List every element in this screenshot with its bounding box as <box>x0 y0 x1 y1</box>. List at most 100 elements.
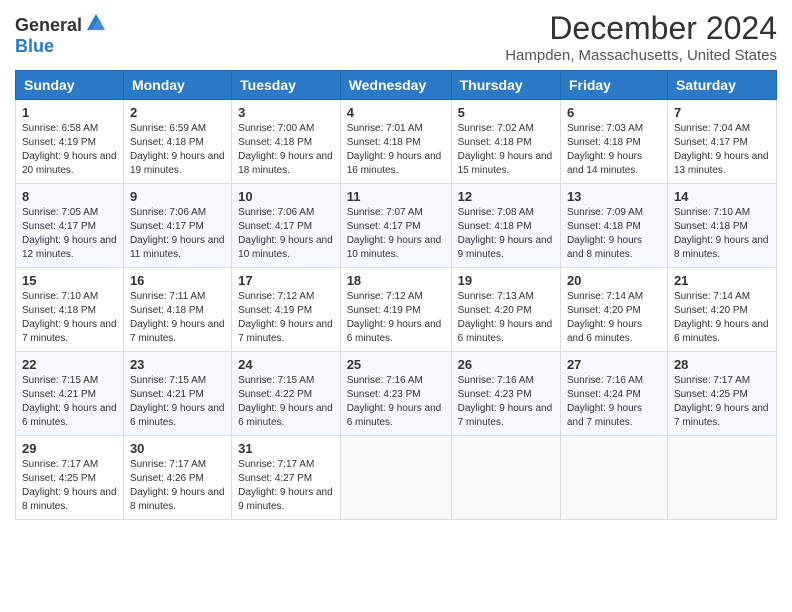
day-info: Sunrise: 7:17 AMSunset: 4:26 PMDaylight:… <box>130 458 225 514</box>
column-header-saturday: Saturday <box>667 71 776 100</box>
day-info: Sunrise: 7:01 AMSunset: 4:18 PMDaylight:… <box>347 122 445 178</box>
day-number: 7 <box>674 105 770 120</box>
day-number: 25 <box>347 357 445 372</box>
day-cell: 13Sunrise: 7:09 AMSunset: 4:18 PMDayligh… <box>560 184 667 268</box>
column-header-sunday: Sunday <box>16 71 124 100</box>
day-info: Sunrise: 7:00 AMSunset: 4:18 PMDaylight:… <box>238 122 334 178</box>
day-cell: 20 Sunrise: 7:14 AMSunset: 4:20 PMDayligh… <box>560 268 667 352</box>
day-cell: 23Sunrise: 7:15 AMSunset: 4:21 PMDayligh… <box>123 352 231 436</box>
day-number: 27 <box>567 357 661 372</box>
day-number: 2 <box>130 105 225 120</box>
day-number: 4 <box>347 105 445 120</box>
day-number: 10 <box>238 189 334 204</box>
day-number: 24 <box>238 357 334 372</box>
day-info: Sunrise: 7:15 AMSunset: 4:21 PMDaylight:… <box>22 374 117 430</box>
day-cell: 18 Sunrise: 7:12 AMSunset: 4:19 PMDayligh… <box>340 268 451 352</box>
day-cell: 4 Sunrise: 7:01 AMSunset: 4:18 PMDaylight… <box>340 100 451 184</box>
day-info: Sunrise: 7:04 AMSunset: 4:17 PMDaylight:… <box>674 122 770 178</box>
day-info: Sunrise: 7:17 AMSunset: 4:25 PMDaylight:… <box>22 458 117 514</box>
day-info: Sunrise: 7:16 AMSunset: 4:24 PMDaylight:… <box>567 374 661 430</box>
day-number: 15 <box>22 273 117 288</box>
day-info: Sunrise: 7:05 AMSunset: 4:17 PMDaylight:… <box>22 206 117 262</box>
day-info: Sunrise: 6:58 AMSunset: 4:19 PMDaylight:… <box>22 122 117 178</box>
month-title: December 2024 <box>505 10 777 47</box>
day-cell <box>451 436 560 520</box>
day-cell: 24 Sunrise: 7:15 AMSunset: 4:22 PMDayligh… <box>232 352 341 436</box>
day-info: Sunrise: 7:08 AMSunset: 4:18 PMDaylight:… <box>458 206 554 262</box>
day-cell: 17 Sunrise: 7:12 AMSunset: 4:19 PMDayligh… <box>232 268 341 352</box>
day-cell: 6Sunrise: 7:03 AMSunset: 4:18 PMDaylight… <box>560 100 667 184</box>
logo-general: General <box>15 16 82 36</box>
day-info: Sunrise: 7:12 AMSunset: 4:19 PMDaylight:… <box>347 290 445 346</box>
day-info: Sunrise: 7:17 AMSunset: 4:25 PMDaylight:… <box>674 374 770 430</box>
day-cell <box>667 436 776 520</box>
day-number: 30 <box>130 441 225 456</box>
day-info: Sunrise: 7:06 AMSunset: 4:17 PMDaylight:… <box>238 206 334 262</box>
day-number: 17 <box>238 273 334 288</box>
title-area: December 2024 Hampden, Massachusetts, Un… <box>505 10 777 64</box>
day-info: Sunrise: 7:12 AMSunset: 4:19 PMDaylight:… <box>238 290 334 346</box>
logo: General Blue <box>15 14 107 57</box>
day-info: Sunrise: 7:15 AMSunset: 4:22 PMDaylight:… <box>238 374 334 430</box>
day-number: 5 <box>458 105 554 120</box>
day-cell: 16 Sunrise: 7:11 AMSunset: 4:18 PMDayligh… <box>123 268 231 352</box>
day-info: Sunrise: 7:02 AMSunset: 4:18 PMDaylight:… <box>458 122 554 178</box>
day-number: 28 <box>674 357 770 372</box>
logo-icon <box>85 12 107 37</box>
day-number: 14 <box>674 189 770 204</box>
day-cell: 1Sunrise: 6:58 AMSunset: 4:19 PMDaylight… <box>16 100 124 184</box>
header: General Blue December 2024 Hampden, Mass… <box>15 10 777 64</box>
day-number: 31 <box>238 441 334 456</box>
day-number: 19 <box>458 273 554 288</box>
day-number: 29 <box>22 441 117 456</box>
day-cell: 28 Sunrise: 7:17 AMSunset: 4:25 PMDayligh… <box>667 352 776 436</box>
day-cell: 25 Sunrise: 7:16 AMSunset: 4:23 PMDayligh… <box>340 352 451 436</box>
day-cell: 14 Sunrise: 7:10 AMSunset: 4:18 PMDayligh… <box>667 184 776 268</box>
day-number: 20 <box>567 273 661 288</box>
day-info: Sunrise: 6:59 AMSunset: 4:18 PMDaylight:… <box>130 122 225 178</box>
day-info: Sunrise: 7:10 AMSunset: 4:18 PMDaylight:… <box>674 206 770 262</box>
day-cell: 7 Sunrise: 7:04 AMSunset: 4:17 PMDaylight… <box>667 100 776 184</box>
week-row-3: 15Sunrise: 7:10 AMSunset: 4:18 PMDayligh… <box>16 268 777 352</box>
day-info: Sunrise: 7:16 AMSunset: 4:23 PMDaylight:… <box>347 374 445 430</box>
day-cell <box>340 436 451 520</box>
day-cell: 21Sunrise: 7:14 AMSunset: 4:20 PMDayligh… <box>667 268 776 352</box>
day-number: 18 <box>347 273 445 288</box>
day-cell: 27 Sunrise: 7:16 AMSunset: 4:24 PMDayligh… <box>560 352 667 436</box>
day-info: Sunrise: 7:14 AMSunset: 4:20 PMDaylight:… <box>567 290 661 346</box>
column-header-friday: Friday <box>560 71 667 100</box>
logo-blue: Blue <box>15 36 54 56</box>
week-row-4: 22 Sunrise: 7:15 AMSunset: 4:21 PMDayligh… <box>16 352 777 436</box>
day-number: 16 <box>130 273 225 288</box>
day-number: 11 <box>347 189 445 204</box>
day-cell: 15Sunrise: 7:10 AMSunset: 4:18 PMDayligh… <box>16 268 124 352</box>
day-cell: 26Sunrise: 7:16 AMSunset: 4:23 PMDayligh… <box>451 352 560 436</box>
day-number: 23 <box>130 357 225 372</box>
day-cell <box>560 436 667 520</box>
week-row-2: 8 Sunrise: 7:05 AMSunset: 4:17 PMDaylight… <box>16 184 777 268</box>
day-info: Sunrise: 7:03 AMSunset: 4:18 PMDaylight:… <box>567 122 661 178</box>
day-info: Sunrise: 7:13 AMSunset: 4:20 PMDaylight:… <box>458 290 554 346</box>
day-info: Sunrise: 7:11 AMSunset: 4:18 PMDaylight:… <box>130 290 225 346</box>
calendar-body: 1Sunrise: 6:58 AMSunset: 4:19 PMDaylight… <box>16 100 777 520</box>
day-cell: 11 Sunrise: 7:07 AMSunset: 4:17 PMDayligh… <box>340 184 451 268</box>
day-cell: 10 Sunrise: 7:06 AMSunset: 4:17 PMDayligh… <box>232 184 341 268</box>
day-cell: 31 Sunrise: 7:17 AMSunset: 4:27 PMDayligh… <box>232 436 341 520</box>
day-number: 22 <box>22 357 117 372</box>
column-header-monday: Monday <box>123 71 231 100</box>
day-cell: 22 Sunrise: 7:15 AMSunset: 4:21 PMDayligh… <box>16 352 124 436</box>
day-info: Sunrise: 7:07 AMSunset: 4:17 PMDaylight:… <box>347 206 445 262</box>
day-cell: 9 Sunrise: 7:06 AMSunset: 4:17 PMDaylight… <box>123 184 231 268</box>
day-number: 9 <box>130 189 225 204</box>
day-info: Sunrise: 7:16 AMSunset: 4:23 PMDaylight:… <box>458 374 554 430</box>
day-cell: 3Sunrise: 7:00 AMSunset: 4:18 PMDaylight… <box>232 100 341 184</box>
day-cell: 2 Sunrise: 6:59 AMSunset: 4:18 PMDaylight… <box>123 100 231 184</box>
day-cell: 30 Sunrise: 7:17 AMSunset: 4:26 PMDayligh… <box>123 436 231 520</box>
day-number: 8 <box>22 189 117 204</box>
day-number: 12 <box>458 189 554 204</box>
column-header-tuesday: Tuesday <box>232 71 341 100</box>
day-info: Sunrise: 7:06 AMSunset: 4:17 PMDaylight:… <box>130 206 225 262</box>
day-info: Sunrise: 7:17 AMSunset: 4:27 PMDaylight:… <box>238 458 334 514</box>
column-header-thursday: Thursday <box>451 71 560 100</box>
day-number: 21 <box>674 273 770 288</box>
